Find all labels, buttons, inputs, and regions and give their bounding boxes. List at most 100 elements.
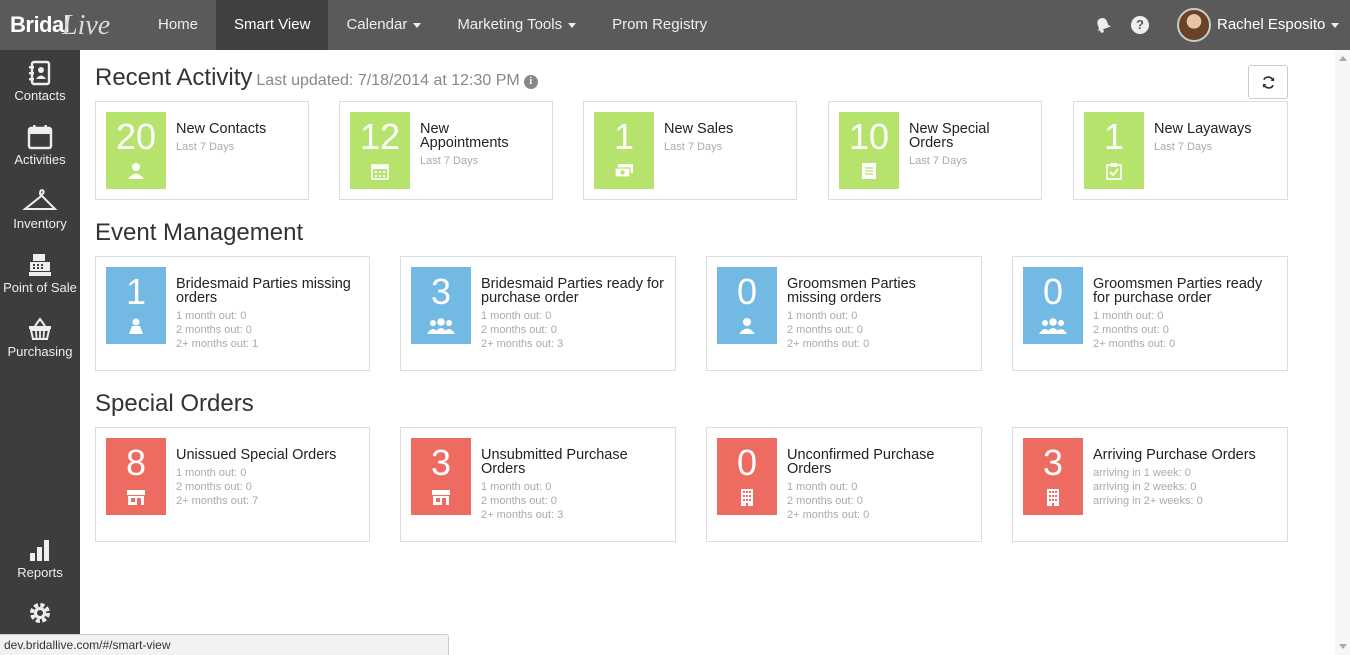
sidebar-item-inventory[interactable]: Inventory (0, 188, 80, 231)
stat-line: 2+ months out: 7 (176, 495, 259, 507)
user-menu[interactable]: Rachel Esposito (1217, 0, 1340, 50)
event-card-groomsmen-ready[interactable]: 0 Groomsmen Parties ready for purchase o… (1012, 256, 1288, 371)
nav-home[interactable]: Home (140, 0, 216, 50)
sidebar-item-settings[interactable] (0, 600, 80, 628)
nav-smart-view[interactable]: Smart View (216, 0, 329, 50)
count-badge: 0 (717, 438, 777, 515)
count-value: 3 (430, 271, 452, 312)
count-value: 0 (736, 442, 758, 483)
building-icon (741, 489, 753, 506)
sidebar-item-contacts[interactable]: Contacts (0, 60, 80, 103)
sidebar-item-label: Inventory (13, 216, 67, 231)
stat-line: 2+ months out: 1 (176, 338, 259, 350)
order-card-unconfirmed-po[interactable]: 0 Unconfirmed Purchase Orders 1 month ou… (706, 427, 982, 542)
refresh-button[interactable] (1248, 65, 1288, 99)
card-text: New Layaways Last 7 Days (1154, 122, 1324, 154)
order-card-arriving-po[interactable]: 3 Arriving Purchase Orders arriving in 1… (1012, 427, 1288, 542)
event-card-bridesmaid-ready[interactable]: 3 Bridesmaid Parties ready for purchase … (400, 256, 676, 371)
stat-line: 2 months out: 0 (787, 324, 863, 336)
stat-line: 2 months out: 0 (481, 324, 557, 336)
address-book-icon (29, 60, 51, 86)
card-text: Unissued Special Orders 1 month out: 0 2 … (176, 448, 356, 508)
gear-icon (30, 603, 50, 623)
store-icon (432, 490, 450, 505)
last-updated-text: Last updated: 7/18/2014 at 12:30 PM (256, 72, 520, 89)
card-title: Groomsmen Parties ready for purchase ord… (1093, 276, 1263, 306)
count-badge: 8 (106, 438, 166, 515)
refresh-icon (1262, 76, 1275, 89)
logo-text-bridal: Bridal (10, 12, 70, 37)
card-title: Bridesmaid Parties missing orders (176, 276, 351, 306)
event-card-bridesmaid-missing[interactable]: 1 Bridesmaid Parties missing orders 1 mo… (95, 256, 370, 371)
notification-bell-icon[interactable] (1094, 16, 1112, 34)
sidebar-item-point-of-sale[interactable]: Point of Sale (0, 252, 80, 295)
stat-card-new-contacts[interactable]: 20 New Contacts Last 7 Days (95, 101, 309, 200)
calendar-icon (27, 125, 53, 150)
scroll-up-icon[interactable] (1339, 56, 1347, 61)
bar-chart-icon (30, 540, 49, 561)
scroll-down-icon[interactable] (1339, 644, 1347, 649)
card-stats: 1 month out: 0 2 months out: 0 2+ months o… (787, 480, 957, 522)
vertical-scrollbar[interactable] (1335, 50, 1350, 655)
info-icon[interactable]: i (523, 75, 538, 89)
nav-calendar-label: Calendar (346, 16, 408, 33)
card-subtitle: Last 7 Days (420, 155, 479, 167)
stat-line: 2+ months out: 0 (787, 338, 870, 350)
chevron-down-icon (1331, 22, 1340, 28)
stat-line: 1 month out: 0 (481, 481, 552, 493)
top-navbar: Bridal Live Home Smart View Calendar Mar… (0, 0, 1350, 50)
stat-line: arriving in 2+ weeks: 0 (1093, 495, 1203, 507)
basket-icon (29, 317, 51, 340)
card-text: Unconfirmed Purchase Orders 1 month out:… (787, 448, 957, 522)
card-stats: 1 month out: 0 2 months out: 0 2+ months o… (481, 480, 651, 522)
stat-line: 1 month out: 0 (787, 310, 858, 322)
card-subtitle: Last 7 Days (1154, 141, 1213, 153)
event-management-heading: Event Management (95, 219, 304, 246)
card-text: Arriving Purchase Orders arriving in 1 w… (1093, 448, 1278, 508)
sidebar-item-activities[interactable]: Activities (0, 124, 80, 167)
sidebar-item-label: Activities (14, 152, 66, 167)
stat-line: arriving in 1 week: 0 (1093, 467, 1191, 479)
stat-line: 1 month out: 0 (1093, 310, 1164, 322)
count-badge: 20 (106, 112, 166, 189)
card-title: Arriving Purchase Orders (1093, 447, 1256, 463)
nav-prom-registry[interactable]: Prom Registry (594, 0, 725, 50)
nav-marketing-label: Marketing Tools (457, 16, 563, 33)
hanger-icon (22, 189, 58, 210)
nav-calendar[interactable]: Calendar (328, 0, 439, 50)
recent-activity-heading: Recent Activity Last updated: 7/18/2014 a… (95, 64, 538, 92)
card-stats: 1 month out: 0 2 months out: 0 2+ months o… (787, 309, 967, 351)
money-icon (614, 164, 633, 178)
sidebar-item-purchasing[interactable]: Purchasing (0, 316, 80, 359)
count-badge: 1 (1084, 112, 1144, 189)
count-badge: 0 (1023, 267, 1083, 344)
bridesmaid-icon (129, 318, 143, 334)
stat-card-new-sales[interactable]: 1 New Sales Last 7 Days (583, 101, 797, 200)
stat-line: 2+ months out: 3 (481, 509, 564, 521)
nav-marketing-tools[interactable]: Marketing Tools (439, 0, 594, 50)
stat-line: 2 months out: 0 (176, 324, 252, 336)
card-title: New Sales (664, 121, 734, 137)
group-icon (427, 318, 455, 334)
document-icon (862, 163, 876, 179)
stat-line: 2 months out: 0 (481, 495, 557, 507)
help-icon[interactable]: ? (1131, 16, 1149, 34)
bridallive-logo[interactable]: Bridal Live (10, 8, 130, 44)
card-title: New Layaways (1154, 121, 1252, 137)
sidebar: Contacts Activities Inventory Point of S… (0, 50, 80, 655)
event-card-groomsmen-missing[interactable]: 0 Groomsmen Parties missing orders 1 mon… (706, 256, 982, 371)
stat-card-new-layaways[interactable]: 1 New Layaways Last 7 Days (1073, 101, 1288, 200)
stat-card-new-special-orders[interactable]: 10 New Special Orders Last 7 Days (828, 101, 1042, 200)
stat-line: 2+ months out: 0 (787, 509, 870, 521)
avatar[interactable] (1177, 8, 1211, 42)
order-card-unissued-special[interactable]: 8 Unissued Special Orders 1 month out: 0… (95, 427, 370, 542)
order-card-unsubmitted-po[interactable]: 3 Unsubmitted Purchase Orders 1 month ou… (400, 427, 676, 542)
stat-card-new-appointments[interactable]: 12 New Appointments Last 7 Days (339, 101, 553, 200)
sidebar-item-label: Purchasing (7, 344, 73, 359)
special-orders-heading: Special Orders (95, 390, 254, 417)
card-text: New Contacts Last 7 Days (176, 122, 346, 154)
sidebar-item-reports[interactable]: Reports (0, 537, 80, 580)
user-icon (128, 163, 144, 179)
count-badge: 10 (839, 112, 899, 189)
count-value: 0 (736, 271, 758, 312)
